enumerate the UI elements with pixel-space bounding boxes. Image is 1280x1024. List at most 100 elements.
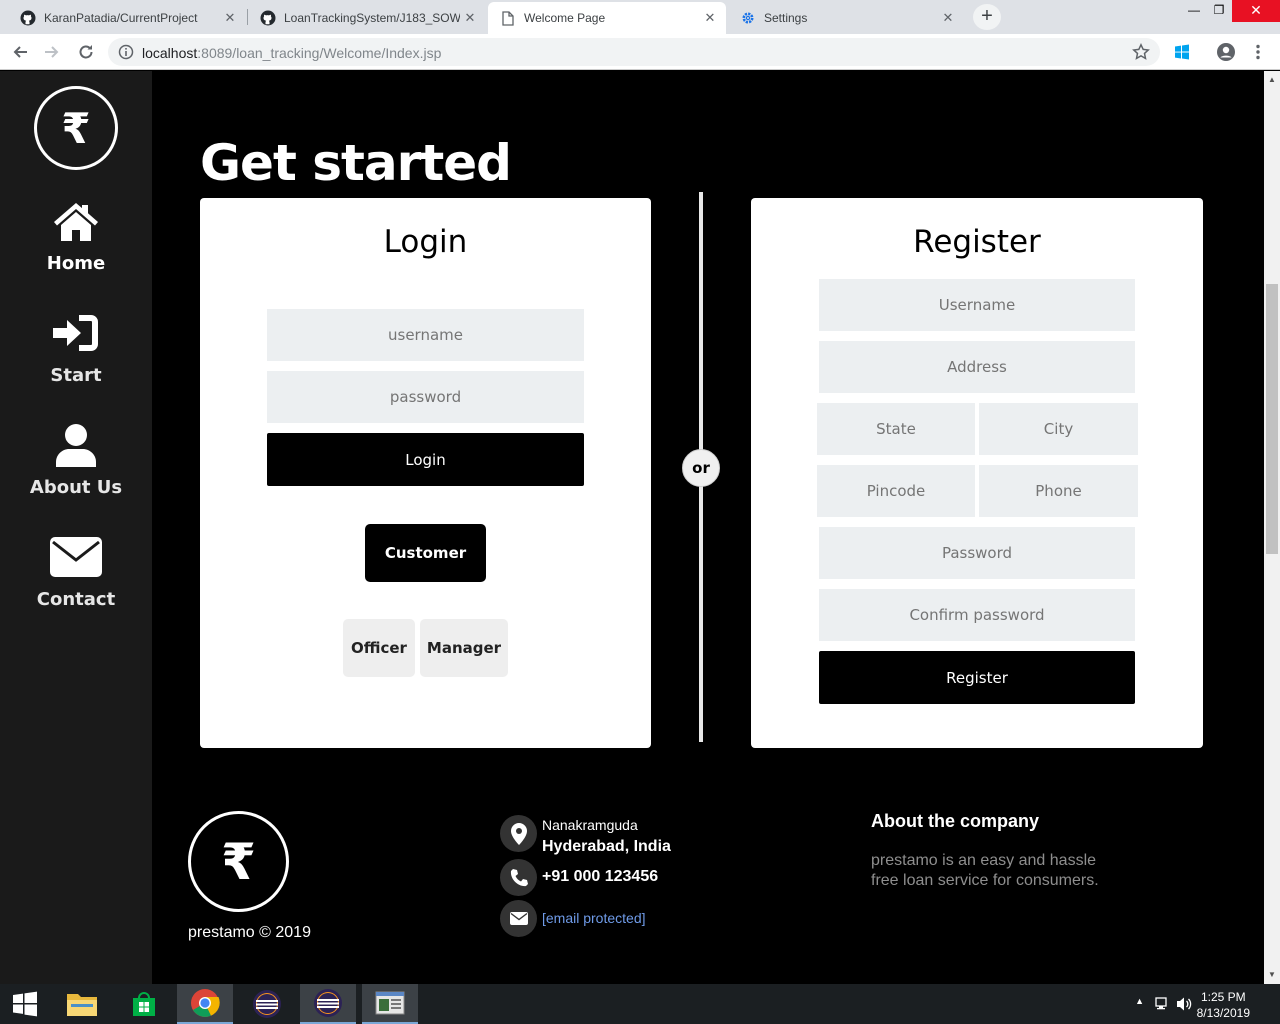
document-icon — [500, 10, 516, 26]
tab-current-project[interactable]: KaranPatadia/CurrentProject ✕ — [8, 2, 246, 34]
tab-label: Settings — [764, 11, 808, 25]
scrollbar-thumb[interactable] — [1266, 284, 1278, 554]
clock-date: 8/13/2019 — [1196, 1006, 1250, 1020]
register-address-input[interactable]: Address — [819, 341, 1135, 393]
login-username-input[interactable]: username — [267, 309, 584, 361]
page-title: Get started — [200, 134, 512, 192]
register-password-input[interactable]: Password — [819, 527, 1135, 579]
tab-label: LoanTrackingSystem/J183_SOW — [284, 11, 460, 25]
url-host: localhost — [142, 45, 198, 61]
register-phone-input[interactable]: Phone — [979, 465, 1138, 517]
login-card: Login username password Login Customer O… — [200, 198, 651, 748]
register-state-input[interactable]: State — [817, 403, 975, 455]
scroll-up-arrow-icon[interactable]: ▲ — [1268, 75, 1276, 84]
gear-icon — [740, 10, 756, 26]
bookmark-star-icon[interactable] — [1132, 43, 1150, 66]
sign-in-icon — [0, 311, 152, 355]
envelope-icon — [0, 535, 152, 579]
windows-taskbar: ▲ 1:25 PM 8/13/2019 — [0, 984, 1280, 1024]
customer-role-button[interactable]: Customer — [365, 524, 486, 582]
register-confirm-password-input[interactable]: Confirm password — [819, 589, 1135, 641]
reload-icon[interactable] — [74, 40, 98, 64]
page-content: ₹ Home Start About Us Contact Get starte… — [0, 71, 1264, 984]
officer-role-button[interactable]: Officer — [343, 619, 415, 677]
window-close-button[interactable]: ✕ — [1232, 0, 1280, 22]
tab-label: Welcome Page — [524, 11, 606, 25]
sidebar-item-label: Start — [50, 365, 102, 386]
back-arrow-icon[interactable] — [8, 40, 32, 64]
sidebar-item-start[interactable]: Start — [0, 311, 152, 386]
close-icon[interactable]: ✕ — [220, 10, 240, 26]
info-icon[interactable] — [118, 44, 134, 65]
windows-logo-icon — [13, 991, 37, 1017]
close-icon[interactable]: ✕ — [938, 10, 958, 26]
file-explorer-icon[interactable] — [54, 984, 110, 1024]
phone-icon — [500, 859, 537, 896]
network-icon[interactable] — [1154, 996, 1170, 1015]
register-pincode-input[interactable]: Pincode — [817, 465, 975, 517]
page-scrollbar[interactable]: ▲ ▼ — [1264, 71, 1280, 984]
start-button[interactable] — [0, 984, 50, 1024]
about-title: About the company — [871, 811, 1040, 831]
tab-welcome-page[interactable]: Welcome Page ✕ — [488, 2, 726, 34]
phone-number: +91 000 123456 — [542, 868, 659, 885]
forward-arrow-icon[interactable] — [40, 40, 64, 64]
login-password-input[interactable]: password — [267, 371, 584, 423]
email-link[interactable]: [email protected] — [542, 910, 646, 926]
rupee-symbol: ₹ — [61, 103, 91, 153]
github-icon — [20, 10, 36, 26]
profile-avatar-icon[interactable] — [1214, 40, 1238, 64]
github-icon — [260, 10, 276, 26]
url-text: localhost:8089/loan_tracking/Welcome/Ind… — [142, 45, 441, 61]
rupee-logo[interactable]: ₹ — [34, 86, 118, 170]
register-username-input[interactable]: Username — [819, 279, 1135, 331]
tab-settings[interactable]: Settings ✕ — [728, 2, 964, 34]
copyright-text: prestamo © 2019 — [188, 924, 311, 941]
about-text: prestamo is an easy and hassle free loan… — [871, 852, 1099, 889]
close-icon[interactable]: ✕ — [460, 10, 480, 26]
sidebar-item-home[interactable]: Home — [0, 199, 152, 274]
sidebar-item-label: About Us — [29, 477, 123, 498]
app-window-icon[interactable] — [362, 984, 418, 1024]
address-bar[interactable]: localhost:8089/loan_tracking/Welcome/Ind… — [108, 38, 1160, 66]
clock-time: 1:25 PM — [1200, 990, 1246, 1004]
sidebar-item-label: Home — [46, 253, 106, 274]
chrome-taskbar-icon[interactable] — [177, 984, 233, 1024]
register-card: Register Username Address State City Pin… — [751, 198, 1203, 748]
tab-loan-tracking-system[interactable]: LoanTrackingSystem/J183_SOW ✕ — [248, 2, 486, 34]
sidebar-item-label: Contact — [36, 589, 116, 610]
eclipse-icon[interactable] — [300, 984, 356, 1024]
address-line-2: Hyderabad, India — [542, 838, 671, 855]
chevron-up-icon[interactable]: ▲ — [1135, 996, 1144, 1006]
envelope-icon — [500, 900, 537, 937]
store-icon[interactable] — [116, 984, 172, 1024]
footer-rupee-logo: ₹ — [188, 811, 289, 912]
register-city-input[interactable]: City — [979, 403, 1138, 455]
scroll-down-arrow-icon[interactable]: ▼ — [1268, 970, 1276, 979]
sidebar-item-about-us[interactable]: About Us — [0, 423, 152, 498]
sidebar: ₹ Home Start About Us Contact — [0, 71, 152, 984]
windows-extension-icon[interactable] — [1170, 40, 1194, 64]
restore-icon[interactable]: ❐ — [1208, 0, 1230, 22]
home-icon — [0, 199, 152, 243]
login-heading: Login — [383, 224, 468, 260]
browser-tab-bar: KaranPatadia/CurrentProject ✕ LoanTracki… — [0, 0, 1280, 34]
url-path: :8089/loan_tracking/Welcome/Index.jsp — [197, 45, 442, 61]
minimize-icon[interactable]: — — [1180, 0, 1208, 22]
volume-icon[interactable] — [1176, 996, 1192, 1015]
sidebar-item-contact[interactable]: Contact — [0, 535, 152, 610]
new-tab-button[interactable]: + — [973, 4, 1001, 30]
browser-toolbar: localhost:8089/loan_tracking/Welcome/Ind… — [0, 34, 1280, 70]
manager-role-button[interactable]: Manager — [420, 619, 508, 677]
register-button[interactable]: Register — [819, 651, 1135, 704]
tab-label: KaranPatadia/CurrentProject — [44, 11, 198, 25]
login-button[interactable]: Login — [267, 433, 584, 486]
rupee-symbol: ₹ — [221, 832, 256, 891]
address-line-1: Nanakramguda — [542, 817, 638, 833]
or-badge: or — [682, 449, 720, 487]
user-icon — [0, 423, 152, 467]
close-icon[interactable]: ✕ — [700, 10, 720, 26]
eclipse-icon[interactable] — [239, 984, 295, 1024]
menu-kebab-icon[interactable] — [1246, 40, 1270, 64]
clock[interactable]: 1:25 PM 8/13/2019 — [1197, 989, 1250, 1021]
